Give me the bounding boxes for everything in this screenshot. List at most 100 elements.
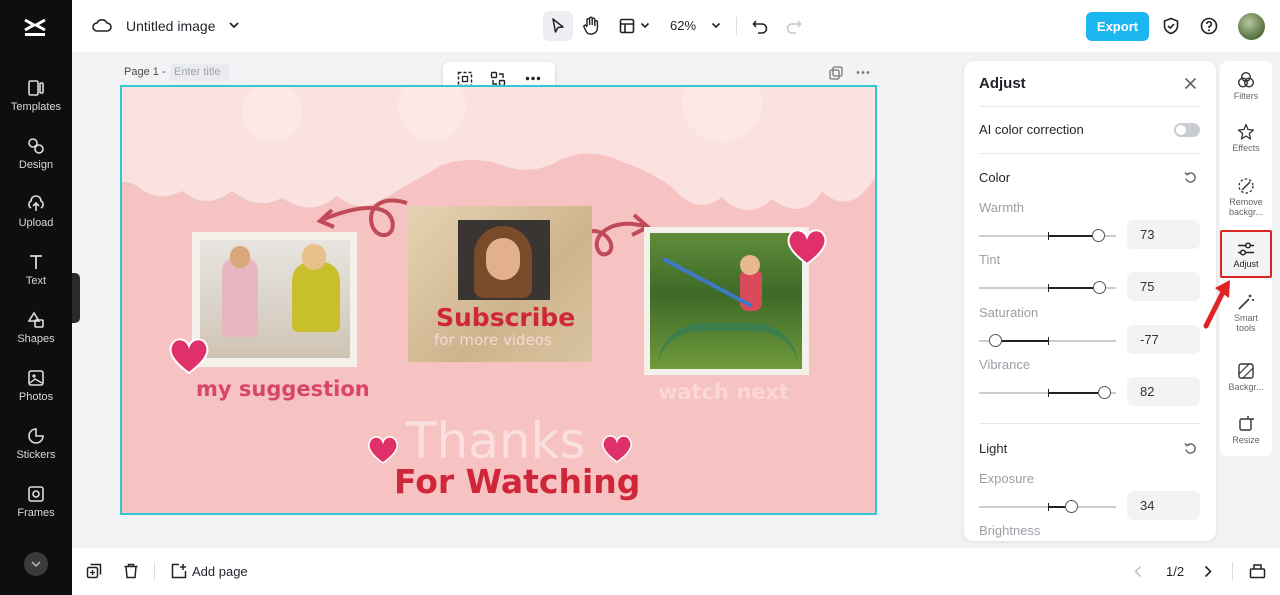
subscribe-text[interactable]: Subscribe [436,303,575,332]
layout-icon[interactable] [619,18,635,34]
rail-item-background[interactable]: Backgr... [1220,362,1272,402]
rail-item-label: Filters [1233,91,1259,101]
add-page-button[interactable]: Add page [192,564,248,579]
chevron-right-icon[interactable] [1203,565,1213,578]
export-button[interactable]: Export [1086,12,1149,41]
torn-paper-card[interactable]: Subscribe for more videos [408,206,592,362]
ai-color-correction-label: AI color correction [979,122,1084,137]
zoom-level[interactable]: 62% [670,18,696,33]
chevron-down-icon[interactable] [711,22,721,29]
undo-icon[interactable] [752,18,768,34]
select-tool-button[interactable] [543,11,573,41]
sidebar-item-text[interactable]: Text [0,252,72,306]
text-icon [30,255,42,269]
duplicate-icon[interactable] [86,563,102,579]
remove-background-icon [1238,178,1254,194]
reset-icon[interactable] [1184,171,1197,184]
shapes-icon [27,311,44,328]
sidebar-item-label: Shapes [17,333,55,345]
sidebar-item-shapes[interactable]: Shapes [0,310,72,364]
reset-icon[interactable] [1184,442,1197,455]
photos-icon [28,370,44,386]
close-icon[interactable] [1184,77,1197,90]
sidebar-item-label: Design [18,159,54,171]
toolbar-divider [736,17,737,35]
vibrance-value-input[interactable]: 82 [1127,377,1200,406]
more-options-icon[interactable] [525,76,541,81]
add-page-icon[interactable] [171,563,187,579]
chevron-down-icon [31,561,41,568]
sidebar-item-design[interactable]: Design [0,136,72,190]
caption-my-suggestion[interactable]: my suggestion [196,377,370,401]
photo-woman-portrait[interactable] [458,220,550,300]
chevron-left-icon[interactable] [1133,565,1143,578]
toolbar-divider [154,562,155,580]
slider-center-tick [1048,503,1049,511]
slider-handle[interactable] [989,334,1003,347]
duplicate-page-icon[interactable] [829,66,843,80]
caption-watch-next[interactable]: watch next [658,380,789,404]
rail-item-remove-background[interactable]: Remove backgr... [1220,177,1272,221]
slider-handle[interactable] [1093,281,1107,294]
redo-icon[interactable] [786,18,802,34]
rail-item-resize[interactable]: Resize [1220,415,1272,455]
slider-center-tick [1048,389,1049,397]
page-indicator: 1/2 [1166,564,1185,579]
warmth-label: Warmth [979,200,1025,215]
capcut-logo[interactable] [22,14,48,40]
tint-value-input[interactable]: 75 [1127,272,1200,301]
brightness-label: Brightness [979,523,1041,538]
annotation-arrow [1203,280,1230,329]
heart-sticker[interactable] [166,335,212,375]
sidebar-item-label: Text [25,275,47,287]
sidebar-item-label: Upload [18,217,54,229]
subscribe-subtext[interactable]: for more videos [434,331,552,349]
rail-item-label: Effects [1232,143,1260,153]
sidebar-item-frames[interactable]: Frames [0,484,72,538]
sidebar-item-templates[interactable]: Templates [0,78,72,132]
adjust-panel-title: Adjust [979,75,1026,92]
page-more-icon[interactable] [856,70,870,75]
vibrance-label: Vibrance [979,357,1031,372]
heart-sticker[interactable] [600,432,634,464]
sidebar-item-photos[interactable]: Photos [0,368,72,422]
sidebar-expand-button[interactable] [24,552,48,576]
chevron-down-icon[interactable] [228,21,240,29]
sidebar-item-upload[interactable]: Upload [0,194,72,248]
ai-color-correction-toggle[interactable] [1174,123,1200,137]
rail-item-label: Backgr... [1228,382,1264,392]
sidebar-collapse-handle[interactable] [72,273,80,323]
rail-item-filters[interactable]: Filters [1220,71,1272,115]
heart-sticker[interactable] [366,433,400,465]
rail-item-label: Remove backgr... [1228,197,1264,217]
sidebar-item-label: Photos [18,391,54,403]
trash-icon[interactable] [123,563,139,579]
sidebar-item-stickers[interactable]: Stickers [0,426,72,480]
rail-item-effects[interactable]: Effects [1220,123,1272,167]
rail-item-adjust[interactable]: Adjust [1220,230,1272,278]
slider-handle[interactable] [1098,386,1112,399]
slider-handle[interactable] [1092,229,1105,242]
design-canvas[interactable]: my suggestion Subscribe for more videos … [120,85,877,515]
for-watching-text[interactable]: For Watching [394,462,640,501]
page-title-input[interactable]: Enter title [170,64,230,81]
shield-icon[interactable] [1162,17,1180,35]
saturation-value-input[interactable]: -77 [1127,325,1200,354]
heart-sticker[interactable] [784,225,830,267]
photo-mother-daughter[interactable] [192,232,357,367]
exposure-value-input[interactable]: 34 [1127,491,1200,520]
slider-handle[interactable] [1065,500,1079,513]
sidebar-item-label: Stickers [16,449,56,461]
cloud-save-icon[interactable] [92,17,112,35]
hand-tool-icon[interactable] [582,16,600,36]
divider [979,106,1201,107]
warmth-value-input[interactable]: 73 [1127,220,1200,249]
saturation-label: Saturation [979,305,1039,320]
slider-fill [1048,287,1100,289]
user-avatar[interactable] [1238,13,1265,40]
document-title[interactable]: Untitled image [126,18,216,34]
help-icon[interactable] [1200,17,1218,35]
resize-icon [1239,416,1254,431]
pages-panel-icon[interactable] [1249,563,1266,579]
chevron-down-icon[interactable] [640,22,650,29]
